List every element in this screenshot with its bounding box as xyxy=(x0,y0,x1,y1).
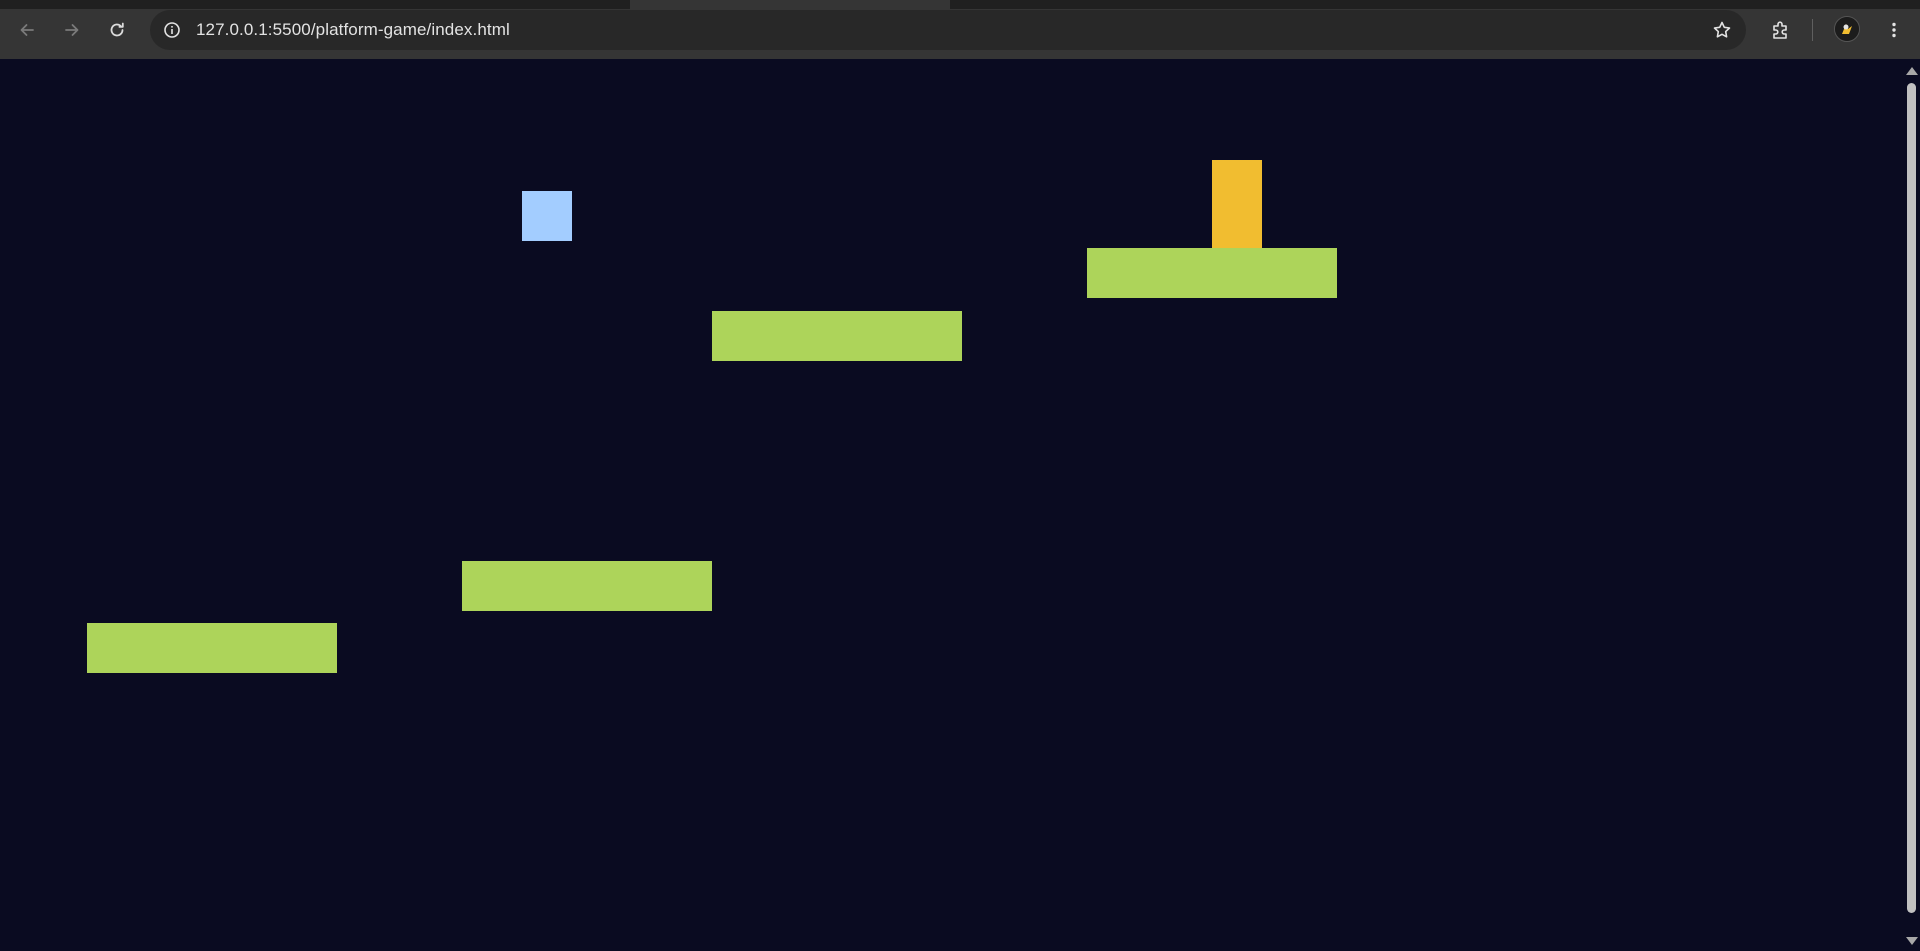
puzzle-icon xyxy=(1773,21,1787,39)
reload-icon xyxy=(110,22,124,37)
scroll-thumb[interactable] xyxy=(1907,83,1916,913)
platform xyxy=(1087,248,1337,298)
tab-strip xyxy=(0,0,1920,9)
extensions-button[interactable] xyxy=(1763,12,1799,48)
platform xyxy=(87,623,337,673)
star-icon xyxy=(1713,21,1731,38)
bookmark-button[interactable] xyxy=(1710,18,1734,42)
vertical-scrollbar[interactable] xyxy=(1902,59,1920,951)
active-tab[interactable] xyxy=(630,0,950,9)
toolbar-separator xyxy=(1812,19,1813,41)
back-button[interactable] xyxy=(9,12,45,48)
url-text[interactable]: 127.0.0.1:5500/platform-game/index.html xyxy=(196,20,510,40)
kebab-menu-icon xyxy=(1892,22,1896,38)
scroll-down-arrow[interactable] xyxy=(1906,937,1918,945)
game-canvas[interactable] xyxy=(0,59,1902,951)
avatar-icon xyxy=(1835,17,1859,41)
platform xyxy=(462,561,712,611)
platform xyxy=(712,311,962,361)
player-block xyxy=(522,191,572,241)
goal-block xyxy=(1212,160,1262,248)
back-icon xyxy=(20,24,34,36)
menu-button[interactable] xyxy=(1876,12,1912,48)
forward-button[interactable] xyxy=(54,12,90,48)
site-info-button[interactable] xyxy=(158,16,186,44)
address-bar[interactable]: 127.0.0.1:5500/platform-game/index.html xyxy=(150,10,1746,50)
profile-avatar[interactable] xyxy=(1834,16,1860,42)
reload-button[interactable] xyxy=(99,12,135,48)
forward-icon xyxy=(65,24,79,36)
browser-toolbar: 127.0.0.1:5500/platform-game/index.html xyxy=(0,0,1920,59)
info-icon xyxy=(164,22,180,38)
scroll-up-arrow[interactable] xyxy=(1906,67,1918,75)
